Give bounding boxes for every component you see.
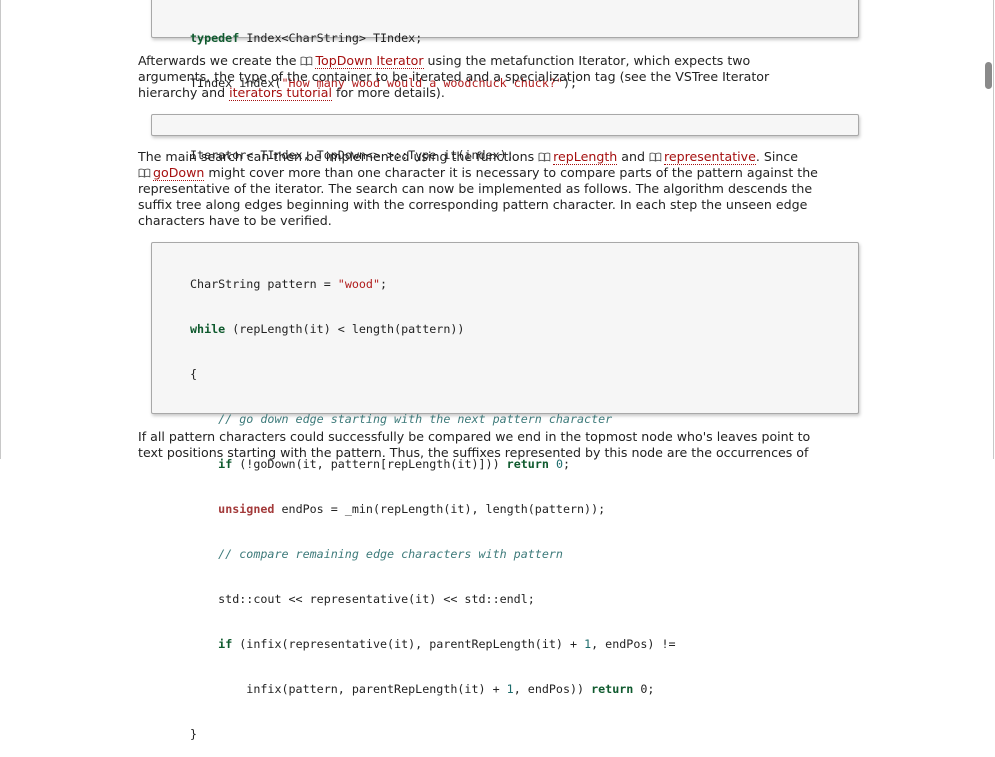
code-block-search: CharString pattern = "wood"; while (repL… <box>151 242 859 741</box>
code-line: while (repLength(it) < length(pattern)) <box>190 322 858 337</box>
code-text: (infix(representative(it), parentRepLeng… <box>232 637 585 651</box>
book-icon <box>649 152 662 162</box>
code-text: } <box>190 727 198 741</box>
code-line: infix(pattern, parentRepLength(it) + 1, … <box>190 682 858 697</box>
text: using the metafunction Iterator, which e… <box>423 53 751 68</box>
code-string: "wood" <box>337 277 381 291</box>
code-keyword: if <box>218 637 233 651</box>
code-text: infix(pattern, parentRepLength(it) + <box>190 682 507 696</box>
code-keyword: typedef <box>190 31 240 45</box>
code-text: endPos = _min(repLength(it), length(patt… <box>274 502 606 516</box>
text: . Since <box>755 149 798 164</box>
text: hierarchy and <box>138 85 230 100</box>
text-line: arguments, the type of the container to … <box>138 69 770 84</box>
text-line: The main search can then be implemented … <box>138 149 868 165</box>
code-line: std::cout << representative(it) << std::… <box>190 592 858 607</box>
code-line: // go down edge starting with the next p… <box>190 412 858 427</box>
link-godown[interactable]: goDown <box>153 165 205 181</box>
book-icon <box>538 152 551 162</box>
code-block-iterator: Iterator< TIndex, TopDown<> >::Type it(i… <box>151 114 859 162</box>
code-line: if (infix(representative(it), parentRepL… <box>190 637 858 652</box>
text-line: Afterwards we create the TopDown Iterato… <box>138 53 868 69</box>
book-icon <box>300 56 313 66</box>
paragraph-main-search: The main search can then be implemented … <box>138 149 868 229</box>
paragraph-iterator-intro: Afterwards we create the TopDown Iterato… <box>138 53 868 101</box>
paragraph-results: If all pattern characters could successf… <box>138 429 868 461</box>
link-representative[interactable]: representative <box>663 149 756 165</box>
code-number: 1 <box>584 637 592 651</box>
code-text: 0; <box>633 682 655 696</box>
book-icon <box>138 168 151 178</box>
text: might cover more than one character it i… <box>204 165 818 180</box>
code-keyword: while <box>190 322 226 336</box>
code-line: } <box>190 727 858 742</box>
code-line: // compare remaining edge characters wit… <box>190 547 858 562</box>
code-block-index: typedef Index<CharString> TIndex; TIndex… <box>151 0 859 90</box>
text-line: suffix tree along edges beginning with t… <box>138 197 808 212</box>
code-line: unsigned endPos = _min(repLength(it), le… <box>190 502 858 517</box>
code-text: , endPos) != <box>591 637 676 651</box>
text-line: If all pattern characters could successf… <box>138 429 811 444</box>
code-line: typedef Index<CharString> TIndex; <box>190 31 423 45</box>
text: The main search can then be implemented … <box>138 149 539 164</box>
code-comment: // go down edge starting with the next p… <box>190 412 613 426</box>
vertical-scrollbar-thumb[interactable] <box>985 62 992 89</box>
text-line: goDown might cover more than one charact… <box>138 165 868 181</box>
code-keyword: return <box>591 682 634 696</box>
code-text: , endPos)) <box>513 682 592 696</box>
text: and <box>617 149 649 164</box>
code-number: 1 <box>506 682 514 696</box>
code-keyword: unsigned <box>218 502 275 516</box>
code-text: ; <box>380 277 388 291</box>
link-iterators-tutorial[interactable]: iterators tutorial <box>229 85 333 101</box>
text-line: hierarchy and iterators tutorial for mor… <box>138 85 868 101</box>
text: for more details). <box>332 85 445 100</box>
code-line: CharString pattern = "wood"; <box>190 277 858 292</box>
code-comment: // compare remaining edge characters wit… <box>190 547 563 561</box>
code-text: CharString pattern = <box>190 277 338 291</box>
code-text: (repLength(it) < length(pattern)) <box>225 322 465 336</box>
code-text: std::cout << representative(it) << std::… <box>190 592 535 606</box>
text: Afterwards we create the <box>138 53 301 68</box>
text-line: representative of the iterator. The sear… <box>138 181 813 196</box>
text-line: characters have to be verified. <box>138 213 332 228</box>
link-topdown-iterator[interactable]: TopDown Iterator <box>315 53 424 69</box>
code-line: { <box>190 367 858 382</box>
code-text: { <box>190 367 198 381</box>
link-replength[interactable]: repLength <box>553 149 618 165</box>
